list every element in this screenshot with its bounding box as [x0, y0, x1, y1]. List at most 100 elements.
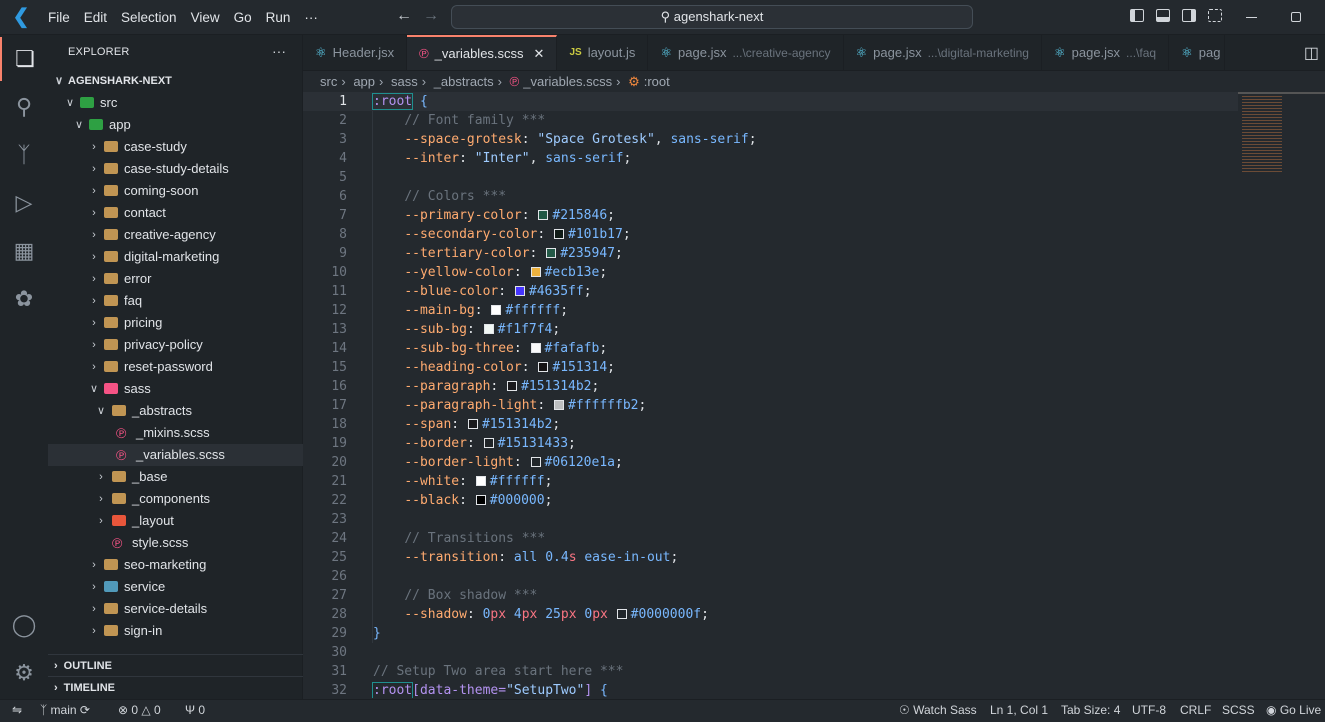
tab-page-jsx[interactable]: ⚛ page.jsx ...\faq: [1042, 35, 1170, 70]
close-icon[interactable]: ✕: [534, 37, 545, 70]
line-ending[interactable]: CRLF: [1180, 700, 1211, 721]
cursor-position[interactable]: Ln 1, Col 1: [990, 700, 1048, 721]
tree-item-service-details[interactable]: › service-details: [48, 598, 303, 620]
toggle-panel-icon[interactable]: [1156, 9, 1170, 22]
branch-status[interactable]: ᛉ main ⟳: [40, 700, 90, 721]
tab--variables-scss[interactable]: ℗ _variables.scss ✕: [407, 35, 558, 70]
breadcrumb-abstracts[interactable]: _abstracts: [434, 74, 494, 89]
search-view-icon[interactable]: ⚲: [0, 85, 48, 129]
workspace-root[interactable]: ∨ AGENSHARK-NEXT: [48, 70, 303, 92]
tree-item-contact[interactable]: › contact: [48, 202, 303, 224]
tree-item-reset-password[interactable]: › reset-password: [48, 356, 303, 378]
breadcrumb-src[interactable]: src: [320, 74, 337, 89]
breadcrumb-symbol[interactable]: :root: [644, 74, 670, 89]
tree-item-error[interactable]: › error: [48, 268, 303, 290]
color-swatch[interactable]: [475, 476, 486, 486]
color-swatch[interactable]: [554, 400, 565, 410]
tree-item-variables-scss[interactable]: ℗ _variables.scss: [48, 444, 303, 466]
menu-file[interactable]: File: [41, 10, 77, 25]
color-swatch[interactable]: [538, 362, 549, 372]
color-swatch[interactable]: [483, 324, 494, 334]
tree-item-faq[interactable]: › faq: [48, 290, 303, 312]
minimize-icon[interactable]: [1246, 17, 1257, 18]
tree-item-components[interactable]: › _components: [48, 488, 303, 510]
tree-item-abstracts[interactable]: ∨ _abstracts: [48, 400, 303, 422]
forward-arrow-icon[interactable]: →: [423, 7, 439, 25]
extensions-icon[interactable]: ▦: [0, 229, 48, 273]
split-editor-icon[interactable]: ◫: [1299, 43, 1319, 63]
tree-item-style-scss[interactable]: ℗ style.scss: [48, 532, 303, 554]
tree-item-src[interactable]: ∨ src: [48, 92, 303, 114]
problems-status[interactable]: ⊗ 0 △ 0: [118, 700, 161, 721]
tab-Header-jsx[interactable]: ⚛ Header.jsx: [303, 35, 408, 70]
explorer-more-button[interactable]: ···: [272, 35, 286, 67]
menu-more[interactable]: ···: [297, 10, 325, 25]
tree-item-mixins-scss[interactable]: ℗ _mixins.scss: [48, 422, 303, 444]
tab-page-jsx[interactable]: ⚛ page.jsx ...\digital-marketing: [844, 35, 1042, 70]
explorer-icon[interactable]: ❏: [0, 37, 48, 81]
color-swatch[interactable]: [554, 229, 565, 239]
tree-item-seo-marketing[interactable]: › seo-marketing: [48, 554, 303, 576]
tree-item-sass[interactable]: ∨ sass: [48, 378, 303, 400]
breadcrumb-file[interactable]: _variables.scss: [523, 74, 612, 89]
menu-run[interactable]: Run: [259, 10, 298, 25]
tree-item-case-study-details[interactable]: › case-study-details: [48, 158, 303, 180]
timeline-section[interactable]: › TIMELINE: [48, 676, 303, 698]
customize-layout-icon[interactable]: [1208, 9, 1222, 22]
tab-pag[interactable]: ⚛ pag: [1169, 35, 1226, 70]
breadcrumb-sass[interactable]: sass: [391, 74, 418, 89]
mongodb-leaf-icon[interactable]: ✿: [0, 277, 48, 321]
color-swatch[interactable]: [616, 609, 627, 619]
tree-item-sign-in[interactable]: › sign-in: [48, 620, 303, 642]
breadcrumb-app[interactable]: app: [353, 74, 375, 89]
tree-item-base[interactable]: › _base: [48, 466, 303, 488]
encoding[interactable]: UTF-8: [1132, 700, 1166, 721]
color-swatch[interactable]: [467, 419, 478, 429]
color-swatch[interactable]: [530, 457, 541, 467]
color-swatch[interactable]: [546, 248, 557, 258]
tree-item-layout[interactable]: › _layout: [48, 510, 303, 532]
tab-layout-js[interactable]: JS layout.js: [557, 35, 649, 70]
ports-status[interactable]: Ψ 0: [185, 700, 205, 721]
menu-edit[interactable]: Edit: [77, 10, 114, 25]
source-control-icon[interactable]: ᛉ: [0, 133, 48, 177]
menu-selection[interactable]: Selection: [114, 10, 184, 25]
color-swatch[interactable]: [475, 495, 486, 505]
minimap[interactable]: [1238, 92, 1325, 698]
tree-item-creative-agency[interactable]: › creative-agency: [48, 224, 303, 246]
menu-go[interactable]: Go: [227, 10, 259, 25]
account-icon[interactable]: ◯: [0, 603, 48, 647]
tree-item-case-study[interactable]: › case-study: [48, 136, 303, 158]
toggle-primary-sidebar-icon[interactable]: [1130, 9, 1144, 22]
tree-item-pricing[interactable]: › pricing: [48, 312, 303, 334]
settings-gear-icon[interactable]: ⚙: [0, 651, 48, 695]
color-swatch[interactable]: [507, 381, 518, 391]
back-arrow-icon[interactable]: ←: [396, 7, 412, 25]
tree-item-app[interactable]: ∨ app: [48, 114, 303, 136]
command-center-search[interactable]: ⚲ agenshark-next: [451, 5, 973, 29]
remote-icon[interactable]: ⇋: [12, 700, 22, 721]
code-token: ;: [568, 436, 576, 451]
tree-item-coming-soon[interactable]: › coming-soon: [48, 180, 303, 202]
color-swatch[interactable]: [483, 438, 494, 448]
minimap-slider[interactable]: [1238, 92, 1325, 94]
language-mode[interactable]: SCSS: [1222, 700, 1255, 721]
run-debug-icon[interactable]: ▷: [0, 181, 48, 225]
color-swatch[interactable]: [491, 305, 502, 315]
restore-icon[interactable]: [1291, 12, 1301, 22]
go-live-button[interactable]: ◉ Go Live: [1266, 700, 1321, 721]
tab-size[interactable]: Tab Size: 4: [1061, 700, 1120, 721]
tree-item-digital-marketing[interactable]: › digital-marketing: [48, 246, 303, 268]
color-swatch[interactable]: [514, 286, 525, 296]
menu-view[interactable]: View: [184, 10, 227, 25]
tree-item-privacy-policy[interactable]: › privacy-policy: [48, 334, 303, 356]
code-editor[interactable]: 1:root {2 // Font family *** 3 --space-gr…: [303, 92, 1238, 698]
tab-page-jsx[interactable]: ⚛ page.jsx ...\creative-agency: [648, 35, 844, 70]
color-swatch[interactable]: [530, 343, 541, 353]
color-swatch[interactable]: [530, 267, 541, 277]
color-swatch[interactable]: [538, 210, 549, 220]
watch-sass-button[interactable]: ☉ Watch Sass: [899, 700, 977, 721]
outline-section[interactable]: › OUTLINE: [48, 654, 303, 676]
tree-item-service[interactable]: › service: [48, 576, 303, 598]
toggle-secondary-sidebar-icon[interactable]: [1182, 9, 1196, 22]
